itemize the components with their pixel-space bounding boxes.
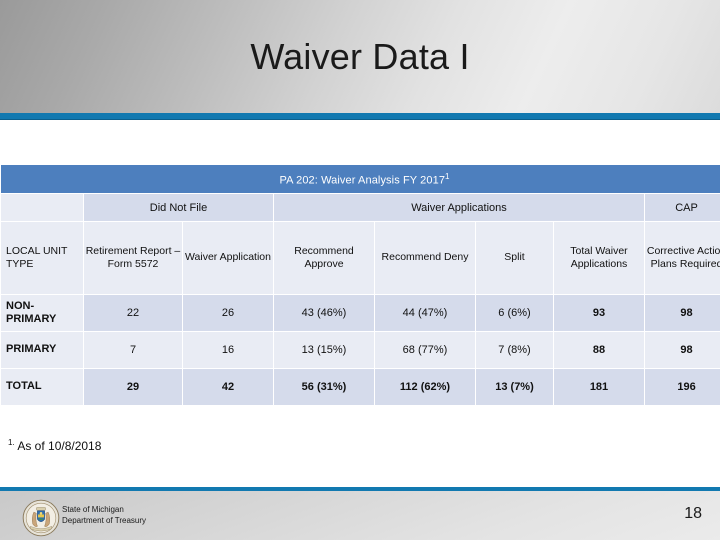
table-banner-row: PA 202: Waiver Analysis FY 20171 (1, 165, 720, 193)
group-header-waiver-applications: Waiver Applications (274, 194, 644, 221)
title-accent-rule (0, 113, 720, 120)
group-header-did-not-file: Did Not File (84, 194, 273, 221)
cell-non-primary-total-waiver-applications: 93 (554, 295, 644, 331)
cell-non-primary-recommend-approve: 43 (46%) (274, 295, 374, 331)
banner-footnote-marker: 1 (445, 171, 450, 181)
column-header-split: Split (476, 222, 553, 294)
cell-total-retirement-report: 29 (84, 369, 182, 405)
cell-primary-recommend-approve: 13 (15%) (274, 332, 374, 368)
footnote-text: As of 10/8/2018 (17, 439, 102, 453)
cell-non-primary-split: 6 (6%) (476, 295, 553, 331)
column-header-local-unit-type: LOCAL UNIT TYPE (1, 222, 83, 294)
table-column-header-row: LOCAL UNIT TYPE Retirement Report – Form… (1, 222, 720, 294)
column-header-total-waiver-applications: Total Waiver Applications (554, 222, 644, 294)
waiver-analysis-table-wrap: PA 202: Waiver Analysis FY 20171 Did Not… (0, 164, 720, 406)
waiver-analysis-table: PA 202: Waiver Analysis FY 20171 Did Not… (0, 164, 720, 406)
cell-total-total-waiver-applications: 181 (554, 369, 644, 405)
row-label-non-primary: NON-PRIMARY (1, 295, 83, 331)
column-header-corrective-action-plans: Corrective Action Plans Required (645, 222, 720, 294)
row-label-primary: PRIMARY (1, 332, 83, 368)
page-number: 18 (684, 505, 702, 522)
row-label-total: TOTAL (1, 369, 83, 405)
table-row: PRIMARY 7 16 13 (15%) 68 (77%) 7 (8%) 88… (1, 332, 720, 368)
michigan-state-seal-icon (22, 499, 60, 537)
footer-org: State of Michigan Department of Treasury (62, 505, 146, 527)
column-header-waiver-application: Waiver Application (183, 222, 273, 294)
cell-total-recommend-approve: 56 (31%) (274, 369, 374, 405)
cell-total-split: 13 (7%) (476, 369, 553, 405)
cell-non-primary-waiver-application: 26 (183, 295, 273, 331)
cell-primary-corrective-action-plans: 98 (645, 332, 720, 368)
column-header-recommend-approve: Recommend Approve (274, 222, 374, 294)
column-header-recommend-deny: Recommend Deny (375, 222, 475, 294)
table-banner-label: PA 202: Waiver Analysis FY 2017 (279, 174, 446, 187)
cell-total-waiver-application: 42 (183, 369, 273, 405)
column-header-retirement-report: Retirement Report – Form 5572 (84, 222, 182, 294)
cell-non-primary-retirement-report: 22 (84, 295, 182, 331)
table-banner-cell: PA 202: Waiver Analysis FY 20171 (1, 165, 720, 193)
cell-primary-total-waiver-applications: 88 (554, 332, 644, 368)
footer-org-line1: State of Michigan (62, 505, 124, 514)
cell-primary-retirement-report: 7 (84, 332, 182, 368)
cell-total-corrective-action-plans: 196 (645, 369, 720, 405)
cell-primary-recommend-deny: 68 (77%) (375, 332, 475, 368)
cell-primary-split: 7 (8%) (476, 332, 553, 368)
footnote: 1. As of 10/8/2018 (8, 438, 101, 453)
footnote-marker: 1. (8, 438, 15, 447)
slide-title-banner: Waiver Data I (0, 0, 720, 113)
group-header-cap: CAP (645, 194, 720, 221)
table-row: TOTAL 29 42 56 (31%) 112 (62%) 13 (7%) 1… (1, 369, 720, 405)
footer-org-line2: Department of Treasury (62, 515, 147, 525)
cell-primary-waiver-application: 16 (183, 332, 273, 368)
group-header-blank (1, 194, 83, 221)
cell-non-primary-corrective-action-plans: 98 (645, 295, 720, 331)
slide-footer: State of Michigan Department of Treasury… (0, 487, 720, 540)
table-group-header-row: Did Not File Waiver Applications CAP (1, 194, 720, 221)
cell-total-recommend-deny: 112 (62%) (375, 369, 475, 405)
cell-non-primary-recommend-deny: 44 (47%) (375, 295, 475, 331)
page-title: Waiver Data I (250, 35, 470, 77)
table-row: NON-PRIMARY 22 26 43 (46%) 44 (47%) 6 (6… (1, 295, 720, 331)
